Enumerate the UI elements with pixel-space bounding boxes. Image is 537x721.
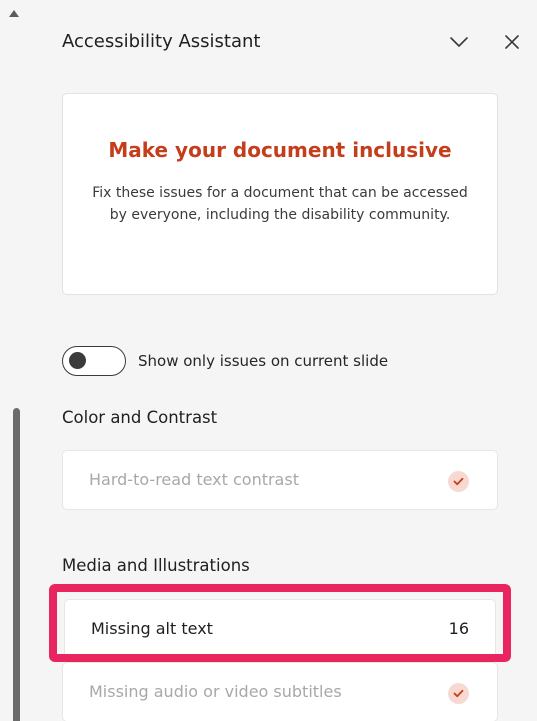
pane-title: Accessibility Assistant xyxy=(62,31,261,52)
toggle-knob xyxy=(69,352,86,369)
intro-card: Make your document inclusive Fix these i… xyxy=(62,93,498,295)
intro-description: Fix these issues for a document that can… xyxy=(92,185,468,223)
chevron-down-icon xyxy=(450,37,468,47)
issue-count: 16 xyxy=(448,619,469,638)
section-title-color-contrast: Color and Contrast xyxy=(62,408,218,427)
close-icon xyxy=(505,35,519,49)
current-slide-toggle[interactable] xyxy=(62,346,126,376)
toggle-label: Show only issues on current slide xyxy=(138,352,389,370)
close-pane-button[interactable] xyxy=(498,28,526,56)
scroll-up-arrow-icon[interactable] xyxy=(9,10,19,17)
issue-missing-alt-text[interactable]: Missing alt text 16 xyxy=(64,599,496,659)
issue-label: Hard-to-read text contrast xyxy=(89,470,299,489)
intro-headline: Make your document inclusive xyxy=(108,138,452,162)
section-title-media-illustrations: Media and Illustrations xyxy=(62,556,250,575)
accessibility-pane: Accessibility Assistant Make your docume… xyxy=(0,0,537,721)
scrollbar-thumb[interactable] xyxy=(13,408,20,721)
issue-missing-subtitles[interactable]: Missing audio or video subtitles xyxy=(62,662,498,721)
issue-label: Missing audio or video subtitles xyxy=(89,682,342,701)
issue-hard-to-read-contrast[interactable]: Hard-to-read text contrast xyxy=(62,450,498,510)
issue-label: Missing alt text xyxy=(91,619,213,638)
collapse-pane-button[interactable] xyxy=(445,28,473,56)
resolved-check-icon xyxy=(448,471,469,492)
resolved-check-icon xyxy=(448,683,469,704)
